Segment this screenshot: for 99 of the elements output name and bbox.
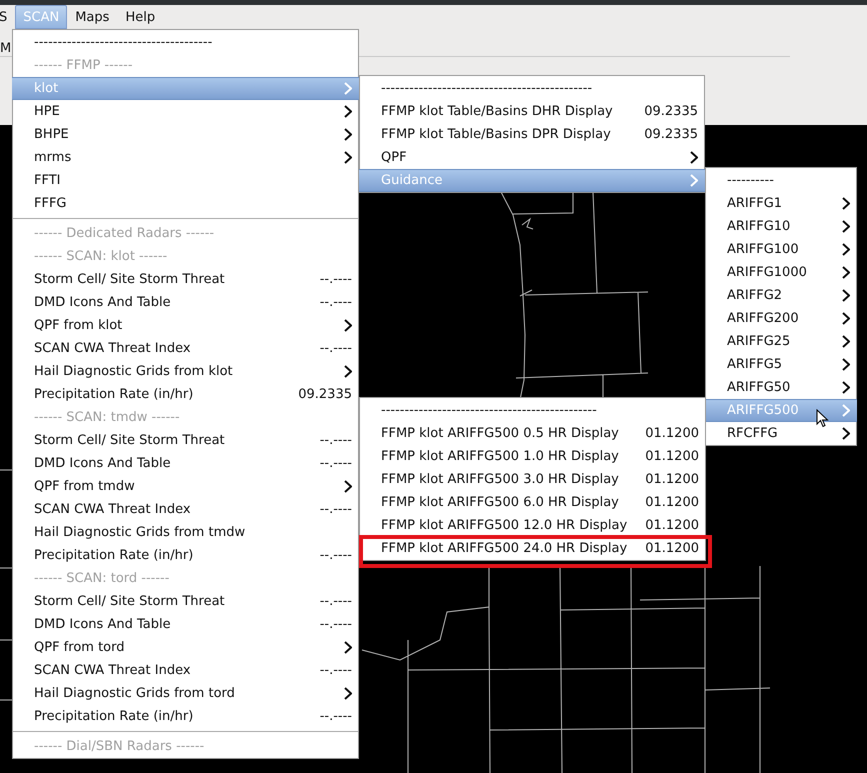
menu-item[interactable]: ARIFFG5 bbox=[705, 353, 857, 376]
chevron-icon bbox=[842, 243, 850, 256]
menu-item[interactable]: RFCFFG bbox=[705, 422, 857, 445]
shortcut-value: --.---- bbox=[320, 548, 352, 563]
menu-item[interactable]: FFMP klot Table/Basins DHR Display 09.2335 bbox=[359, 100, 705, 123]
menu-item[interactable]: FFFG bbox=[12, 192, 359, 215]
chevron-icon bbox=[344, 365, 352, 378]
chevron-icon bbox=[842, 289, 850, 302]
chevron-icon bbox=[842, 358, 850, 371]
menu-item[interactable]: FFMP klot ARIFFG500 12.0 HR Display 01.1200 bbox=[359, 514, 706, 537]
menu-item[interactable]: Hail Diagnostic Grids from tmdw bbox=[12, 521, 359, 544]
shortcut-value: 01.1200 bbox=[645, 426, 699, 441]
menu-header: ------ FFMP ------ bbox=[33, 57, 134, 75]
menu-item[interactable]: FFMP klot ARIFFG500 3.0 HR Display 01.1200 bbox=[359, 468, 706, 491]
menu-item[interactable]: ARIFFG10 bbox=[705, 215, 857, 238]
chevron-icon bbox=[690, 151, 698, 164]
menu-item[interactable]: DMD Icons And Table --.---- bbox=[12, 291, 359, 314]
menu-header: ------ SCAN: tmdw ------ bbox=[33, 409, 181, 427]
chevron-icon bbox=[344, 105, 352, 118]
shortcut-value: --.---- bbox=[320, 456, 352, 471]
menu-item[interactable]: SCAN CWA Threat Index --.---- bbox=[12, 337, 359, 360]
chevron-icon bbox=[344, 151, 352, 164]
chevron-icon bbox=[344, 82, 352, 95]
chevron-icon bbox=[842, 266, 850, 279]
menu-item[interactable]: Precipitation Rate (in/hr) 09.2335 bbox=[12, 383, 359, 406]
shortcut-value: --.---- bbox=[320, 594, 352, 609]
menu-item[interactable]: Storm Cell/ Site Storm Threat --.---- bbox=[12, 590, 359, 613]
menu-item[interactable]: QPF from tord bbox=[12, 636, 359, 659]
shortcut-value: 09.2335 bbox=[644, 104, 698, 119]
shortcut-value: 01.1200 bbox=[645, 518, 699, 533]
shortcut-value: --.---- bbox=[320, 617, 352, 632]
menu-item[interactable]: Hail Diagnostic Grids from klot bbox=[12, 360, 359, 383]
menu-item[interactable]: ARIFFG50 bbox=[705, 376, 857, 399]
shortcut-value: --.---- bbox=[320, 433, 352, 448]
shortcut-value: 01.1200 bbox=[645, 472, 699, 487]
shortcut-value: 01.1200 bbox=[645, 495, 699, 510]
menu-item[interactable]: ARIFFG200 bbox=[705, 307, 857, 330]
shortcut-value: --.---- bbox=[320, 502, 352, 517]
shortcut-value: 01.1200 bbox=[645, 449, 699, 464]
menubar-item[interactable]: Maps bbox=[67, 5, 118, 29]
menu-item[interactable]: QPF from tmdw bbox=[12, 475, 359, 498]
menu-item[interactable]: QPF bbox=[359, 146, 705, 169]
menu-item[interactable]: FFMP klot ARIFFG500 0.5 HR Display 01.1200 bbox=[359, 422, 706, 445]
menu-item[interactable]: ARIFFG1 bbox=[705, 192, 857, 215]
menu-item[interactable]: BHPE bbox=[12, 123, 359, 146]
shortcut-value: --.---- bbox=[320, 341, 352, 356]
chevron-icon bbox=[344, 128, 352, 141]
shortcut-value: --.---- bbox=[320, 709, 352, 724]
menu-item[interactable]: --------------------------------------------- bbox=[359, 77, 705, 100]
chevron-icon bbox=[842, 404, 850, 417]
menu-item[interactable]: DMD Icons And Table --.---- bbox=[12, 452, 359, 475]
cursor-icon bbox=[816, 409, 829, 428]
menu-item[interactable]: SCAN CWA Threat Index --.---- bbox=[12, 659, 359, 682]
toolbar-label: M bbox=[0, 41, 12, 56]
menu-item[interactable]: FFMP klot ARIFFG500 1.0 HR Display 01.1200 bbox=[359, 445, 706, 468]
chevron-icon bbox=[690, 174, 698, 187]
shortcut-value: --.---- bbox=[320, 295, 352, 310]
shortcut-value: 09.2335 bbox=[298, 387, 352, 402]
chevron-icon bbox=[842, 197, 850, 210]
menu-item[interactable]: Precipitation Rate (in/hr) --.---- bbox=[12, 544, 359, 567]
menu-header: ------ SCAN: tord ------ bbox=[33, 570, 170, 588]
menu-item[interactable]: FFTI bbox=[12, 169, 359, 192]
chevron-icon bbox=[842, 427, 850, 440]
menu-item[interactable]: FFMP klot ARIFFG500 24.0 HR Display 01.1200 bbox=[359, 537, 706, 560]
chevron-icon bbox=[842, 381, 850, 394]
menu-item[interactable]: ARIFFG25 bbox=[705, 330, 857, 353]
shortcut-value: --.---- bbox=[320, 663, 352, 678]
shortcut-value: --.---- bbox=[320, 272, 352, 287]
menu-item[interactable]: DMD Icons And Table --.---- bbox=[12, 613, 359, 636]
menu-item[interactable]: SCAN CWA Threat Index --.---- bbox=[12, 498, 359, 521]
menu-item[interactable]: ARIFFG2 bbox=[705, 284, 857, 307]
menu-header: ------ Dedicated Radars ------ bbox=[33, 225, 216, 243]
chevron-icon bbox=[344, 480, 352, 493]
menu-header: ------ SCAN: klot ------ bbox=[33, 248, 168, 266]
menu-item[interactable]: Storm Cell/ Site Storm Threat --.---- bbox=[12, 429, 359, 452]
menu-item[interactable]: mrms bbox=[12, 146, 359, 169]
menu-item[interactable]: Precipitation Rate (in/hr) --.---- bbox=[12, 705, 359, 728]
shortcut-value: 09.2335 bbox=[644, 127, 698, 142]
menu-item[interactable]: ARIFFG1000 bbox=[705, 261, 857, 284]
chevron-icon bbox=[344, 687, 352, 700]
menu-header: ------ Dial/SBN Radars ------ bbox=[33, 738, 206, 756]
chevron-icon bbox=[842, 335, 850, 348]
menu-item[interactable]: QPF from klot bbox=[12, 314, 359, 337]
chevron-icon bbox=[842, 312, 850, 325]
menu-item[interactable]: Hail Diagnostic Grids from tord bbox=[12, 682, 359, 705]
menubar-item[interactable]: Help bbox=[117, 5, 164, 29]
menu-item[interactable]: HPE bbox=[12, 100, 359, 123]
menu-item[interactable]: ---------- bbox=[705, 169, 857, 192]
menu-item[interactable]: Storm Cell/ Site Storm Threat --.---- bbox=[12, 268, 359, 291]
menubar-item[interactable]: S bbox=[0, 5, 16, 29]
menu-item[interactable]: -------------------------------------- bbox=[12, 31, 359, 54]
chevron-icon bbox=[344, 641, 352, 654]
menu-item[interactable]: ARIFFG100 bbox=[705, 238, 857, 261]
chevron-icon bbox=[344, 319, 352, 332]
menu-item[interactable]: FFMP klot ARIFFG500 6.0 HR Display 01.1200 bbox=[359, 491, 706, 514]
menu-item[interactable]: FFMP klot Table/Basins DPR Display 09.2335 bbox=[359, 123, 705, 146]
chevron-icon bbox=[842, 220, 850, 233]
menu-item[interactable]: ---------------------------------------------- bbox=[359, 399, 706, 422]
shortcut-value: 01.1200 bbox=[645, 541, 699, 556]
